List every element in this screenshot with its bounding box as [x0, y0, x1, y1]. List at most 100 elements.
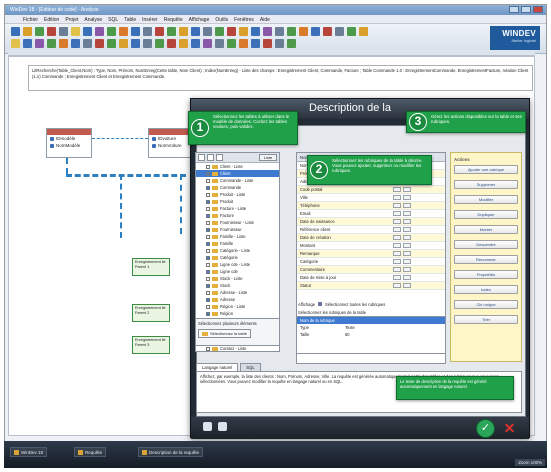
field-row[interactable]: Référence client [297, 226, 445, 234]
field-option-cell[interactable] [403, 187, 411, 192]
field-type-cell[interactable] [393, 267, 401, 272]
tree-checkbox[interactable] [206, 304, 210, 309]
toolbar-icon[interactable] [47, 27, 56, 36]
toolbar-icon[interactable] [119, 27, 128, 36]
toolbar-icon[interactable] [227, 39, 236, 48]
toolbar-icon[interactable] [47, 39, 56, 48]
tree-checkbox[interactable] [206, 178, 210, 183]
taskbar-item[interactable]: Requête [74, 447, 107, 457]
tree-checkbox[interactable] [206, 192, 210, 197]
toolbar-icon[interactable] [131, 39, 140, 48]
toolbar-icon[interactable] [179, 39, 188, 48]
toolbar-icon[interactable] [215, 27, 224, 36]
tree-item[interactable]: Facture - Liste [196, 205, 279, 212]
field-row[interactable]: Date de création [297, 234, 445, 242]
menu-item[interactable]: Requête [164, 17, 183, 23]
tree-item[interactable]: Adresse [196, 296, 279, 303]
tree-item[interactable]: Ligne cde - Liste [196, 261, 279, 268]
toolbar-icon[interactable] [263, 27, 272, 36]
tree-checkbox[interactable] [206, 290, 210, 295]
menu-item[interactable]: Fichier [23, 17, 38, 23]
tree-checkbox[interactable] [206, 311, 210, 316]
field-type-cell[interactable] [393, 259, 401, 264]
sort-icon[interactable] [207, 154, 214, 161]
tree-checkbox[interactable] [206, 206, 210, 211]
action-button[interactable]: Propriétés [454, 270, 518, 279]
tree-checkbox[interactable] [206, 241, 210, 246]
menu-item[interactable]: Affichage [189, 17, 210, 23]
action-button[interactable]: Trier [454, 315, 518, 324]
field-row[interactable]: Remarque [297, 250, 445, 258]
close-button[interactable] [533, 6, 543, 13]
tree-checkbox[interactable] [206, 262, 210, 267]
validate-button[interactable]: ✓ [476, 419, 495, 438]
toolbar-icon[interactable] [203, 27, 212, 36]
toolbar-icon[interactable] [167, 39, 176, 48]
field-option-cell[interactable] [403, 235, 411, 240]
toolbar-icon[interactable] [239, 39, 248, 48]
toolbar-icon[interactable] [83, 39, 92, 48]
tree-checkbox[interactable] [206, 255, 210, 260]
toolbar-icon[interactable] [11, 27, 20, 36]
field-type-cell[interactable] [393, 243, 401, 248]
field-type-cell[interactable] [393, 203, 401, 208]
menu-item[interactable]: SQL [108, 17, 118, 23]
menu-item[interactable]: Projet [65, 17, 78, 23]
tree-item[interactable]: Stock - Liste [196, 275, 279, 282]
tree-checkbox[interactable] [206, 213, 210, 218]
menu-item[interactable]: Outils [215, 17, 228, 23]
toolbar-icon[interactable] [299, 27, 308, 36]
toolbar-icon[interactable] [71, 27, 80, 36]
toolbar-icon[interactable] [275, 27, 284, 36]
field-row[interactable]: Téléphone [297, 202, 445, 210]
tree-checkbox[interactable] [206, 227, 210, 232]
tree-item[interactable]: Contact - Liste [196, 345, 279, 352]
property-row[interactable]: Taille 50 [297, 331, 445, 338]
relation-card[interactable]: Enregistrement lié Parent 1 [132, 258, 170, 276]
field-row[interactable]: Commentaire [297, 266, 445, 274]
relation-card[interactable]: Enregistrement lié Parent 2 [132, 304, 170, 322]
toolbar-icon[interactable] [23, 39, 32, 48]
action-button[interactable]: Descendre [454, 240, 518, 249]
tree-item[interactable]: Client [196, 170, 279, 177]
property-row[interactable]: Type Texte [297, 324, 445, 331]
tree-item[interactable]: Famille - Liste [196, 233, 279, 240]
toolbar-icon[interactable] [11, 39, 20, 48]
tree-item[interactable]: Stock [196, 282, 279, 289]
tree-item[interactable]: Client - Liste [196, 163, 279, 170]
toolbar-icon[interactable] [95, 27, 104, 36]
menu-item[interactable]: Aide [260, 17, 270, 23]
folder-icon[interactable] [216, 154, 223, 161]
toolbar-icon[interactable] [251, 39, 260, 48]
toolbar-icon[interactable] [59, 27, 68, 36]
tree-item[interactable]: Fournisseur [196, 226, 279, 233]
tree-checkbox[interactable] [206, 297, 210, 302]
field-type-cell[interactable] [393, 211, 401, 216]
print-icon[interactable] [218, 422, 227, 431]
toolbar-icon[interactable] [143, 39, 152, 48]
field-row[interactable]: Email [297, 210, 445, 218]
field-type-cell[interactable] [393, 275, 401, 280]
tree-checkbox[interactable] [206, 220, 210, 225]
field-row[interactable]: Date de naissance [297, 218, 445, 226]
menu-item[interactable]: Edition [44, 17, 59, 23]
tree-checkbox[interactable] [206, 185, 210, 190]
toolbar-icon[interactable] [239, 27, 248, 36]
tree-item[interactable]: Produit [196, 198, 279, 205]
toolbar-icon[interactable] [179, 27, 188, 36]
toolbar-icon[interactable] [119, 39, 128, 48]
field-type-cell[interactable] [393, 195, 401, 200]
list-button[interactable]: Liste [259, 154, 277, 161]
field-option-cell[interactable] [403, 275, 411, 280]
tree-item[interactable]: Facture [196, 212, 279, 219]
field-option-cell[interactable] [403, 195, 411, 200]
relation-card[interactable]: Enregistrement lié Parent 3 [132, 336, 170, 354]
minimize-button[interactable] [509, 6, 519, 13]
field-type-cell[interactable] [393, 227, 401, 232]
field-option-cell[interactable] [403, 259, 411, 264]
tree-checkbox[interactable] [206, 269, 210, 274]
toolbar-icon[interactable] [227, 27, 236, 36]
filter-icon[interactable] [198, 154, 205, 161]
field-row[interactable]: Date de mise à jour [297, 274, 445, 282]
tree-item[interactable]: Adresse - Liste [196, 289, 279, 296]
